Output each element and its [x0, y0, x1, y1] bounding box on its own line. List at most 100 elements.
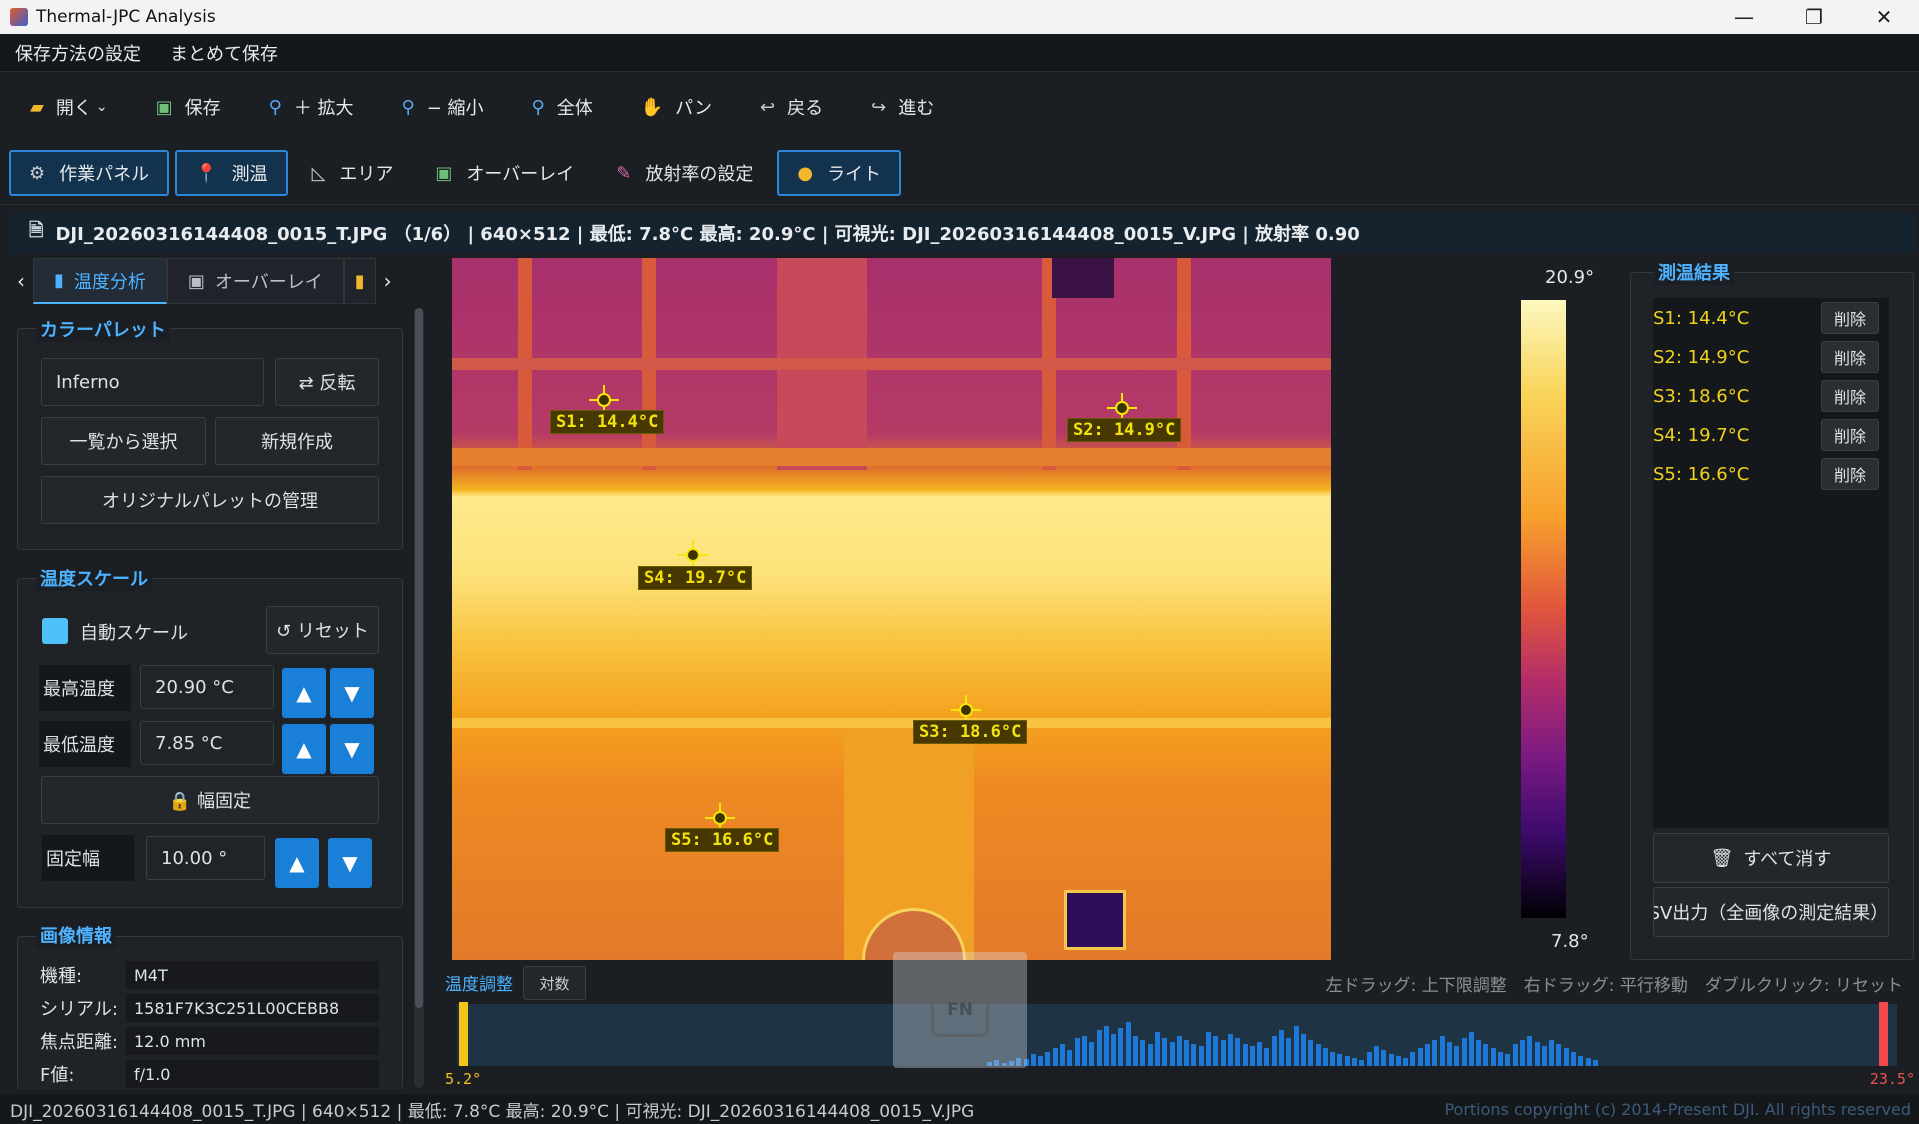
manage-palette-button[interactable]: オリジナルパレットの管理 — [41, 476, 379, 524]
menu-save-settings[interactable]: 保存方法の設定 — [15, 40, 141, 66]
histogram-bar — [1512, 1044, 1518, 1066]
max-temp-input[interactable]: 20.90 °C — [140, 665, 274, 709]
delete-button[interactable]: 削除 — [1821, 302, 1879, 334]
light-mode-button[interactable]: ● ライト — [777, 150, 902, 196]
file-info-text: DJI_20260316144408_0015_T.JPG （1/6） | 64… — [55, 224, 1360, 245]
min-temp-up-button[interactable]: ▲ — [282, 724, 326, 774]
tab-scroll-right[interactable]: › — [376, 269, 400, 293]
histogram-panel[interactable]: 温度調整 対数 左ドラッグ: 上下限調整 右ドラッグ: 平行移動 ダブルクリック… — [443, 966, 1917, 1092]
scale-title: 温度スケール — [36, 565, 152, 591]
minimize-button[interactable]: — — [1709, 0, 1779, 34]
delete-button[interactable]: 削除 — [1821, 380, 1879, 412]
spot-s2-label: S2: 14.9°C — [1067, 418, 1182, 442]
lock-width-button[interactable]: 🔒 幅固定 — [41, 776, 379, 824]
results-list: S1: 14.4°C 削除 S2: 14.9°C 削除 S3: 18.6°C 削除 S… — [1653, 298, 1889, 828]
min-temp-label: 最低温度 — [39, 721, 131, 767]
delete-button[interactable]: 削除 — [1821, 458, 1879, 490]
result-item[interactable]: S3: 18.6°C 削除 — [1653, 378, 1889, 414]
max-temp-up-button[interactable]: ▲ — [282, 668, 326, 718]
panel-mode-button[interactable]: ⚙ 作業パネル — [9, 150, 170, 196]
histogram-bar — [1074, 1038, 1080, 1066]
open-button[interactable]: ▰ 開く ⌄ — [30, 94, 108, 120]
create-palette-button[interactable]: 新規作成 — [215, 417, 379, 465]
min-temp-down-button[interactable]: ▼ — [330, 724, 374, 774]
histogram-max: 23.5° — [1869, 1070, 1915, 1088]
result-item[interactable]: S4: 19.7°C 削除 — [1653, 417, 1889, 453]
left-scrollbar[interactable] — [414, 308, 424, 1088]
sun-icon: ● — [797, 162, 814, 184]
width-up-button[interactable]: ▲ — [275, 838, 319, 888]
back-button[interactable]: ↩ 戻る — [760, 94, 823, 120]
histogram-bar — [1052, 1048, 1058, 1066]
histogram-bar — [1293, 1026, 1299, 1066]
magnifier-icon: ⚲ — [268, 96, 282, 118]
spot-marker — [959, 703, 973, 717]
spot-marker — [686, 548, 700, 562]
thermal-detail — [452, 358, 1331, 370]
histogram-bar — [1425, 1044, 1430, 1066]
histogram-bar — [1359, 1060, 1365, 1066]
clear-all-button[interactable]: 🗑 すべて消す — [1653, 833, 1889, 883]
window-title: Thermal-JPC Analysis — [36, 7, 216, 27]
result-item[interactable]: S2: 14.9°C 削除 — [1653, 339, 1889, 375]
zoom-in-button[interactable]: ⚲ ＋ 拡大 — [269, 94, 354, 120]
max-temp-down-button[interactable]: ▼ — [330, 668, 374, 718]
scrollbar-thumb[interactable] — [415, 308, 423, 1008]
histogram-bar — [1096, 1030, 1102, 1066]
maximize-button[interactable]: ❐ — [1779, 0, 1849, 34]
histogram-label: 温度調整 — [445, 975, 513, 995]
width-down-button[interactable]: ▼ — [328, 838, 372, 888]
colorbar — [1521, 300, 1566, 918]
spot-s4-label: S4: 19.7°C — [638, 566, 753, 590]
tab-analysis[interactable]: ▮ 温度分析 — [33, 258, 167, 304]
zoom-out-button[interactable]: ⚲ − 縮小 — [402, 94, 484, 120]
folder-icon: ▰ — [30, 96, 44, 118]
histogram-bar — [1585, 1058, 1591, 1066]
histogram-max-handle[interactable] — [1879, 1002, 1888, 1066]
histogram-min-handle[interactable] — [459, 1002, 468, 1066]
histogram-bar — [1476, 1040, 1482, 1066]
measure-mode-button[interactable]: 📍 測温 — [175, 150, 288, 196]
tab-scroll-left[interactable]: ‹ — [9, 269, 33, 293]
fixed-width-input[interactable]: 10.00 ° — [146, 836, 265, 880]
status-text: DJI_20260316144408_0015_T.JPG | 640×512 … — [10, 1101, 975, 1122]
histogram-bar — [1403, 1058, 1409, 1066]
histogram-bar — [1417, 1048, 1423, 1066]
arrow-right-icon: ↪ — [871, 96, 887, 118]
histogram-bar — [1454, 1046, 1460, 1066]
min-temp-input[interactable]: 7.85 °C — [140, 721, 274, 765]
save-button[interactable]: ▣ 保存 — [156, 94, 221, 120]
emissivity-button[interactable]: ✎ 放射率の設定 — [598, 150, 771, 196]
area-mode-button[interactable]: ◺ エリア — [294, 150, 412, 196]
delete-button[interactable]: 削除 — [1821, 341, 1879, 373]
pan-button[interactable]: ✋ パン — [641, 94, 712, 120]
reset-button[interactable]: ↺ リセット — [266, 606, 379, 654]
histogram-bar — [1395, 1056, 1401, 1066]
colorbar-min: 7.8° — [1551, 931, 1589, 952]
histogram-bar — [1446, 1042, 1452, 1066]
export-csv-button[interactable]: CSV出力（全画像の測定結果） — [1653, 887, 1889, 937]
histogram-plot[interactable] — [457, 1004, 1897, 1066]
result-item[interactable]: S1: 14.4°C 削除 — [1653, 300, 1889, 336]
histogram-bar — [1337, 1054, 1343, 1066]
delete-button[interactable]: 削除 — [1821, 419, 1879, 451]
select-from-list-button[interactable]: 一覧から選択 — [41, 417, 206, 465]
thermal-image-view[interactable]: S1: 14.4°C S2: 14.9°C S3: 18.6°C S4: 19.… — [452, 258, 1331, 960]
gear-icon: ⚙ — [29, 162, 46, 184]
auto-scale-checkbox[interactable] — [42, 618, 68, 644]
log-toggle-button[interactable]: 対数 — [523, 966, 586, 1000]
histogram-bar — [1498, 1052, 1503, 1066]
tab-more[interactable]: ▮ — [343, 258, 376, 304]
tab-overlay[interactable]: ▣ オーバーレイ — [166, 258, 344, 304]
invert-button[interactable]: ⇄ 反転 — [275, 358, 379, 406]
histogram-bar — [1388, 1054, 1394, 1066]
palette-select[interactable]: Inferno — [41, 358, 264, 406]
histogram-bar — [1038, 1056, 1044, 1066]
fit-button[interactable]: ⚲ 全体 — [532, 94, 593, 120]
menu-batch-save[interactable]: まとめて保存 — [170, 40, 278, 66]
pin-icon: 📍 — [195, 162, 218, 184]
forward-button[interactable]: ↪ 進む — [871, 94, 934, 120]
close-button[interactable]: ✕ — [1849, 0, 1919, 34]
result-item[interactable]: S5: 16.6°C 削除 — [1653, 456, 1889, 492]
overlay-mode-button[interactable]: ▣ オーバーレイ — [417, 150, 592, 196]
